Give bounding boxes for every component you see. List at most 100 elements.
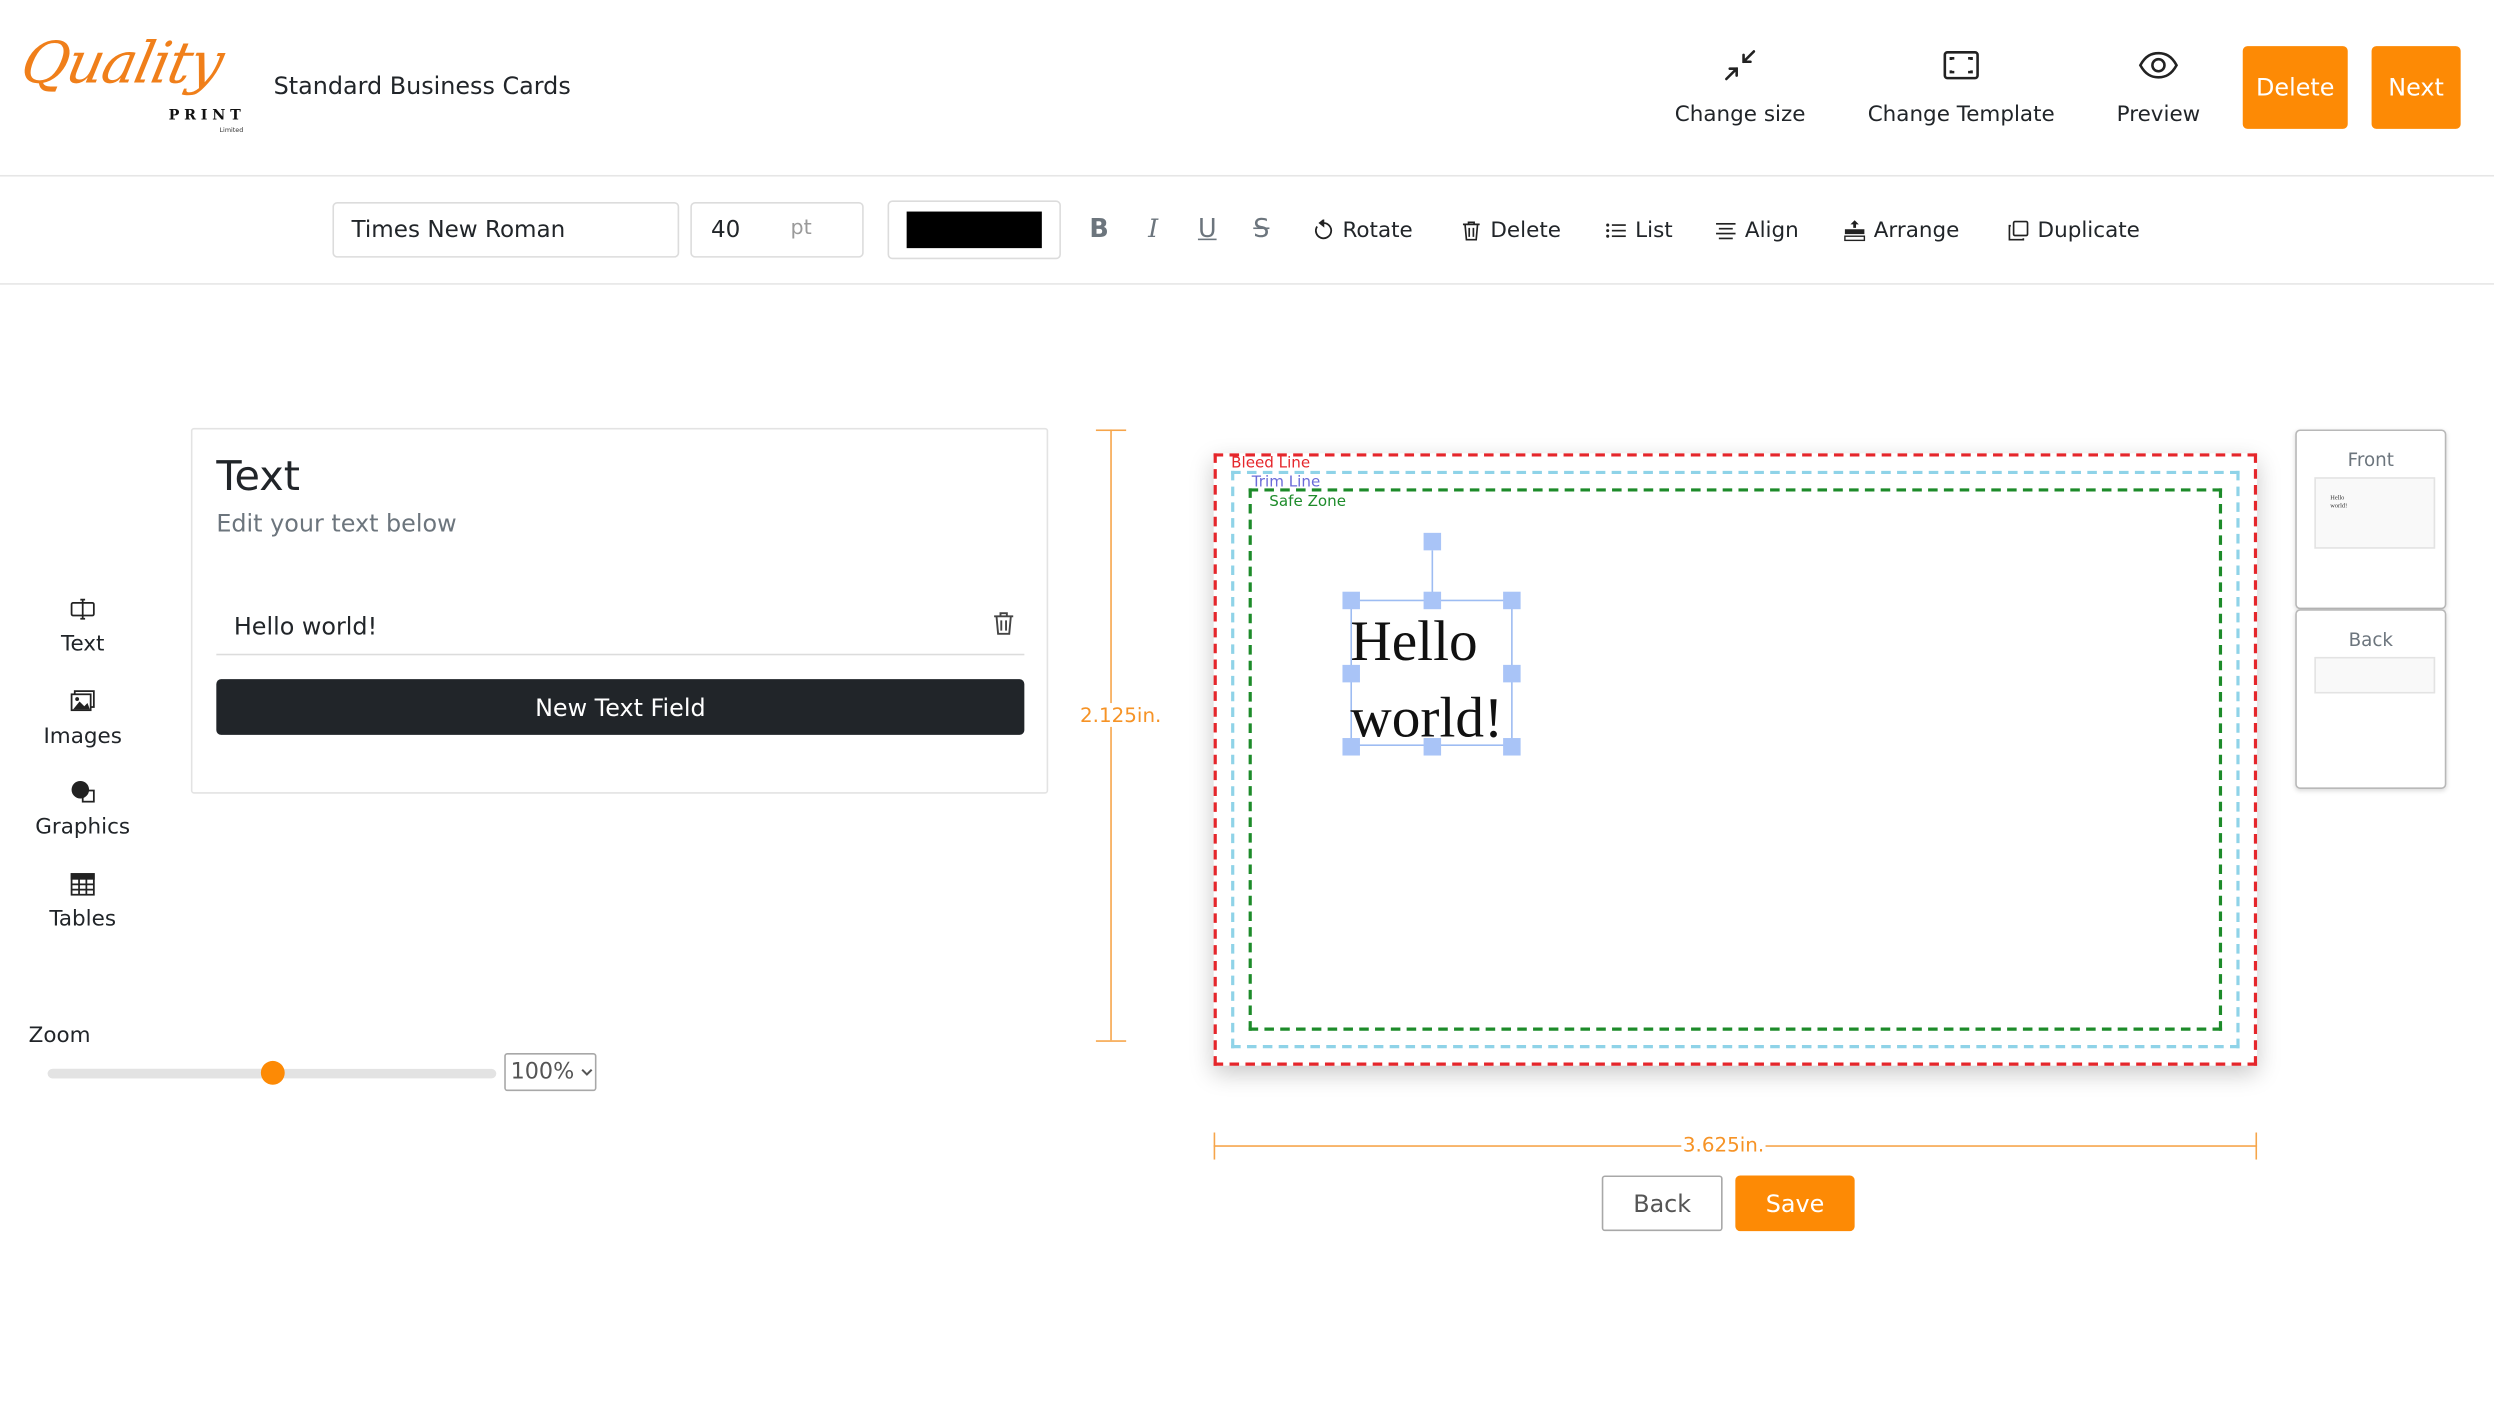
sidebar-item-tables-label: Tables (49, 906, 117, 933)
template-frame-icon (1943, 50, 1979, 80)
font-unit-label: pt (790, 216, 812, 241)
strikethrough-button[interactable]: S (1244, 212, 1279, 247)
bleed-line-label: Bleed Line (1231, 454, 1311, 473)
height-dimension-label: 2.125in. (1080, 703, 1162, 727)
safe-zone-label: Safe Zone (1269, 493, 1347, 511)
text-color-picker[interactable] (887, 200, 1061, 260)
font-size-input[interactable] (691, 203, 788, 257)
quality-print-logo[interactable]: Quality PRINT Limited (15, 32, 261, 143)
height-dimension-cap-bottom (1095, 1040, 1127, 1042)
text-field-input[interactable] (216, 599, 1025, 656)
text-editor-panel: Text Edit your text below New Text Field (190, 427, 1049, 794)
page-thumb-back-preview (2314, 656, 2436, 694)
trash-icon (1462, 221, 1480, 241)
duplicate-button[interactable]: Duplicate (2007, 215, 2140, 247)
font-family-input[interactable] (332, 202, 680, 258)
height-dimension-cap-top (1095, 429, 1127, 432)
rotate-label: Rotate (1342, 217, 1413, 244)
page-thumb-front-label: Front (2347, 448, 2394, 471)
delete-element-button[interactable]: Delete (1460, 215, 1561, 247)
width-dimension-label: 3.625in. (1681, 1132, 1766, 1157)
resize-handle-left[interactable] (1342, 664, 1360, 683)
trash-icon[interactable] (993, 611, 1015, 636)
resize-handle-bottom[interactable] (1423, 738, 1442, 756)
delete-element-label: Delete (1490, 217, 1561, 244)
sidebar-item-images[interactable]: Images (22, 689, 143, 749)
underline-button[interactable]: U (1190, 212, 1225, 247)
panel-title: Text (216, 453, 300, 502)
zoom-slider-thumb[interactable] (260, 1060, 284, 1085)
back-button[interactable]: Back (1601, 1175, 1723, 1232)
resize-handle-bottom-right[interactable] (1503, 738, 1521, 756)
new-text-field-button[interactable]: New Text Field (216, 679, 1025, 735)
page-thumb-front[interactable]: Front Hello world! (2295, 429, 2447, 610)
height-dimension-line (1110, 429, 1112, 1041)
logo-limited-text: Limited (219, 125, 244, 134)
thumb-text-line: world! (2330, 501, 2348, 509)
align-button[interactable]: Align (1715, 215, 1799, 247)
sidebar-item-graphics[interactable]: Graphics (22, 779, 143, 840)
chevron-down-icon (581, 1068, 593, 1076)
change-size-button[interactable]: Change size (1629, 45, 1852, 128)
resize-handle-bottom-left[interactable] (1342, 738, 1360, 756)
change-size-label: Change size (1674, 101, 1806, 128)
list-icon (1606, 223, 1626, 238)
save-button[interactable]: Save (1735, 1175, 1855, 1232)
zoom-label: Zoom (28, 1022, 91, 1049)
align-label: Align (1744, 217, 1799, 244)
safe-zone (1248, 488, 2223, 1031)
sidebar-item-images-label: Images (43, 723, 122, 750)
resize-handle-top[interactable] (1423, 591, 1442, 610)
business-card-canvas[interactable]: Bleed Line Trim Line Safe Zone Hello wor… (1213, 453, 2258, 1066)
italic-button[interactable]: I (1136, 212, 1171, 247)
preview-label: Preview (2116, 101, 2201, 128)
arrange-label: Arrange (1873, 217, 1960, 244)
change-template-button[interactable]: Change Template (1850, 45, 2073, 128)
trim-line-label: Trim Line (1251, 473, 1321, 492)
text-color-swatch (906, 211, 1042, 249)
eye-icon (2138, 51, 2179, 79)
text-icon (70, 598, 95, 620)
page-thumb-front-text: Hello world! (2330, 493, 2362, 509)
delete-design-button[interactable]: Delete (2242, 46, 2348, 129)
list-label: List (1635, 217, 1673, 244)
logo-script-text: Quality (15, 31, 229, 98)
page-thumb-back[interactable]: Back (2295, 609, 2447, 789)
duplicate-icon (2008, 220, 2029, 241)
align-icon (1716, 222, 1736, 240)
rotate-icon (1314, 219, 1333, 240)
bold-button[interactable]: B (1082, 212, 1117, 247)
page-thumb-back-label: Back (2348, 628, 2393, 651)
duplicate-label: Duplicate (2037, 217, 2140, 244)
zoom-select[interactable]: 100% (504, 1052, 597, 1092)
zoom-slider-fill (47, 1068, 272, 1079)
product-title: Standard Business Cards (273, 71, 571, 101)
text-formatting-toolbar: pt B I U S Rotate Delete List (0, 177, 2494, 285)
rotate-handle[interactable] (1423, 532, 1442, 551)
thumb-text-line: Hello (2330, 493, 2345, 502)
next-button[interactable]: Next (2371, 46, 2461, 129)
width-dimension-cap-right (2255, 1132, 2258, 1160)
card-text-element[interactable]: Hello world! (1350, 603, 1515, 756)
resize-handle-top-right[interactable] (1503, 591, 1521, 610)
preview-button[interactable]: Preview (2047, 45, 2270, 128)
panel-subtitle: Edit your text below (216, 508, 457, 538)
logo-print-text: PRINT (168, 108, 246, 125)
sidebar-item-tables[interactable]: Tables (22, 872, 143, 932)
list-button[interactable]: List (1605, 215, 1673, 247)
page-thumb-front-preview: Hello world! (2314, 477, 2436, 549)
resize-handle-right[interactable] (1503, 664, 1521, 683)
top-header: Quality PRINT Limited Standard Business … (0, 0, 2494, 177)
sidebar-item-text-label: Text (60, 631, 105, 657)
change-template-label: Change Template (1867, 101, 2055, 128)
minimize-arrows-icon (1725, 50, 1756, 81)
sidebar-item-text[interactable]: Text (22, 596, 143, 657)
arrange-button[interactable]: Arrange (1844, 215, 1960, 247)
font-size-control: pt (690, 202, 864, 258)
sidebar-item-graphics-label: Graphics (35, 814, 131, 840)
card-text-line: Hello (1350, 609, 1478, 673)
table-icon (70, 873, 95, 896)
rotate-button[interactable]: Rotate (1312, 215, 1413, 247)
image-icon (70, 690, 95, 712)
resize-handle-top-left[interactable] (1342, 591, 1360, 610)
